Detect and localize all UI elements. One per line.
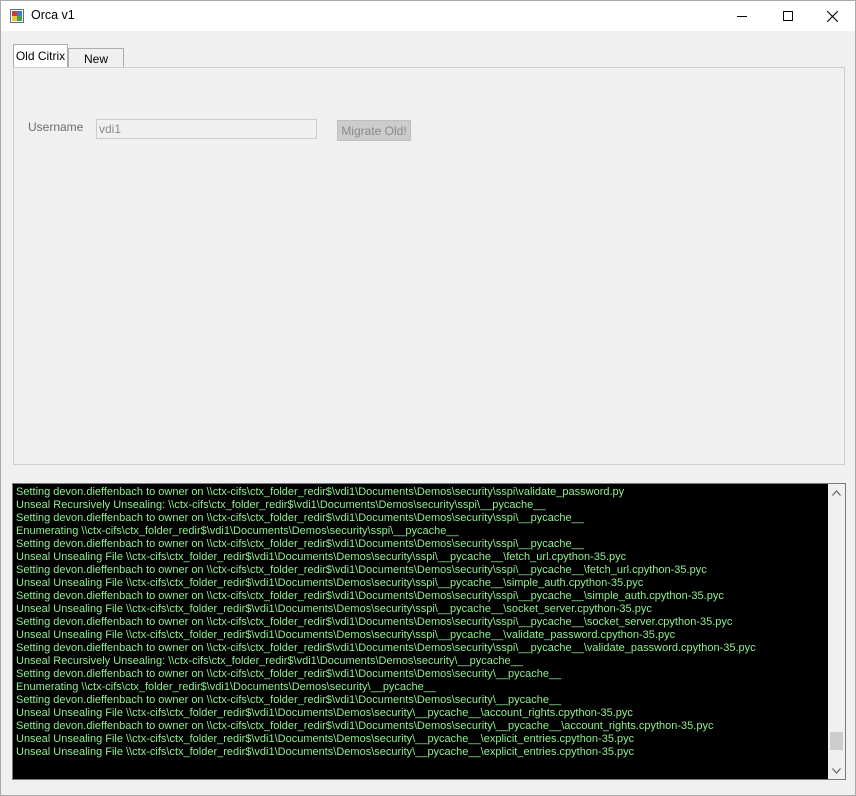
log-line: Setting devon.dieffenbach to owner on \\… [16, 694, 562, 706]
title-bar[interactable]: Orca v1 [1, 1, 855, 31]
log-line: Setting devon.dieffenbach to owner on \\… [16, 590, 724, 602]
log-line: Setting devon.dieffenbach to owner on \\… [16, 668, 562, 680]
scroll-up-button[interactable] [828, 484, 845, 501]
app-window: Orca v1 Old Citrix New Citrix Username v… [0, 0, 856, 796]
log-line: Unseal Recursively Unsealing: \\ctx-cifs… [16, 655, 523, 667]
log-line: Setting devon.dieffenbach to owner on \\… [16, 616, 733, 628]
log-line: Setting devon.dieffenbach to owner on \\… [16, 642, 756, 654]
tab-panel-old-citrix: Username vdi1 Migrate Old! [13, 67, 845, 465]
tab-old-citrix[interactable]: Old Citrix [13, 44, 68, 67]
minimize-button[interactable] [719, 1, 765, 31]
log-line: Enumerating \\ctx-cifs\ctx_folder_redir$… [16, 525, 459, 537]
close-button[interactable] [809, 1, 855, 31]
log-line: Setting devon.dieffenbach to owner on \\… [16, 564, 707, 576]
maximize-button[interactable] [765, 1, 811, 31]
username-field[interactable]: vdi1 [96, 119, 317, 139]
log-line: Unseal Recursively Unsealing: \\ctx-cifs… [16, 499, 546, 511]
log-line: Unseal Unsealing File \\ctx-cifs\ctx_fol… [16, 707, 633, 719]
chevron-up-icon [832, 489, 841, 496]
maximize-icon [783, 11, 793, 21]
log-line: Enumerating \\ctx-cifs\ctx_folder_redir$… [16, 681, 437, 693]
log-line: Setting devon.dieffenbach to owner on \\… [16, 720, 714, 732]
username-label: Username [28, 120, 84, 134]
migrate-old-button[interactable]: Migrate Old! [337, 120, 411, 141]
close-icon [826, 10, 838, 22]
chevron-down-icon [832, 767, 841, 774]
log-line: Unseal Unsealing File \\ctx-cifs\ctx_fol… [16, 733, 635, 745]
log-line: Unseal Unsealing File \\ctx-cifs\ctx_fol… [16, 577, 644, 589]
app-icon [10, 9, 24, 23]
minimize-icon [737, 16, 747, 17]
log-text: Setting devon.dieffenbach to owner on \\… [16, 486, 828, 759]
log-output[interactable]: Setting devon.dieffenbach to owner on \\… [12, 483, 846, 780]
window-title: Orca v1 [31, 8, 75, 22]
log-line: Unseal Unsealing File \\ctx-cifs\ctx_fol… [16, 603, 652, 615]
log-scrollbar[interactable] [828, 484, 845, 779]
log-line: Unseal Unsealing File \\ctx-cifs\ctx_fol… [16, 551, 627, 563]
log-line: Setting devon.dieffenbach to owner on \\… [16, 486, 625, 498]
log-line: Unseal Unsealing File \\ctx-cifs\ctx_fol… [16, 629, 676, 641]
log-line: Unseal Unsealing File \\ctx-cifs\ctx_fol… [16, 746, 635, 758]
log-line: Setting devon.dieffenbach to owner on \\… [16, 512, 584, 524]
log-line: Setting devon.dieffenbach to owner on \\… [16, 538, 584, 550]
scroll-thumb[interactable] [830, 731, 843, 750]
scroll-down-button[interactable] [828, 762, 845, 779]
tab-new-citrix[interactable]: New Citrix [68, 48, 124, 80]
